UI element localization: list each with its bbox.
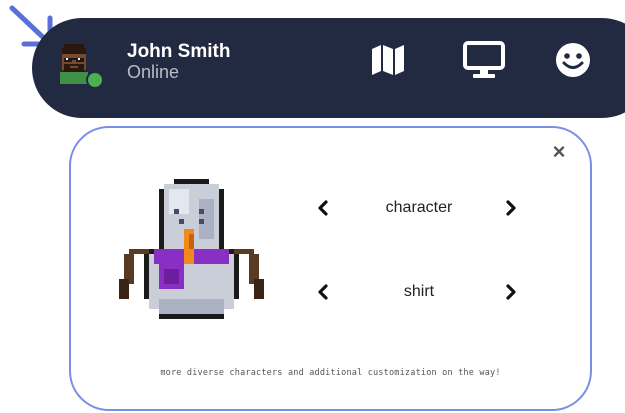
previous-character-button[interactable]	[317, 194, 337, 224]
character-selector: character	[311, 194, 521, 224]
footnote-text: more diverse characters and additional c…	[160, 368, 501, 378]
character-label: character	[385, 199, 453, 216]
snowman-character-preview	[119, 178, 264, 320]
shirt-label: shirt	[403, 283, 435, 300]
next-shirt-button[interactable]	[505, 278, 525, 308]
monitor-icon[interactable]	[463, 41, 505, 84]
top-status-bar	[32, 18, 625, 118]
character-customization-panel: × character shirt more diverse character…	[69, 126, 592, 411]
previous-shirt-button[interactable]	[317, 278, 337, 308]
user-name: John Smith	[127, 41, 231, 62]
online-status-dot	[86, 71, 104, 89]
close-button[interactable]: ×	[549, 141, 569, 163]
next-character-button[interactable]	[505, 194, 525, 224]
smiley-icon[interactable]	[555, 42, 591, 83]
user-status: Online	[127, 62, 180, 82]
shirt-selector: shirt	[311, 278, 521, 308]
map-icon[interactable]	[370, 44, 406, 81]
